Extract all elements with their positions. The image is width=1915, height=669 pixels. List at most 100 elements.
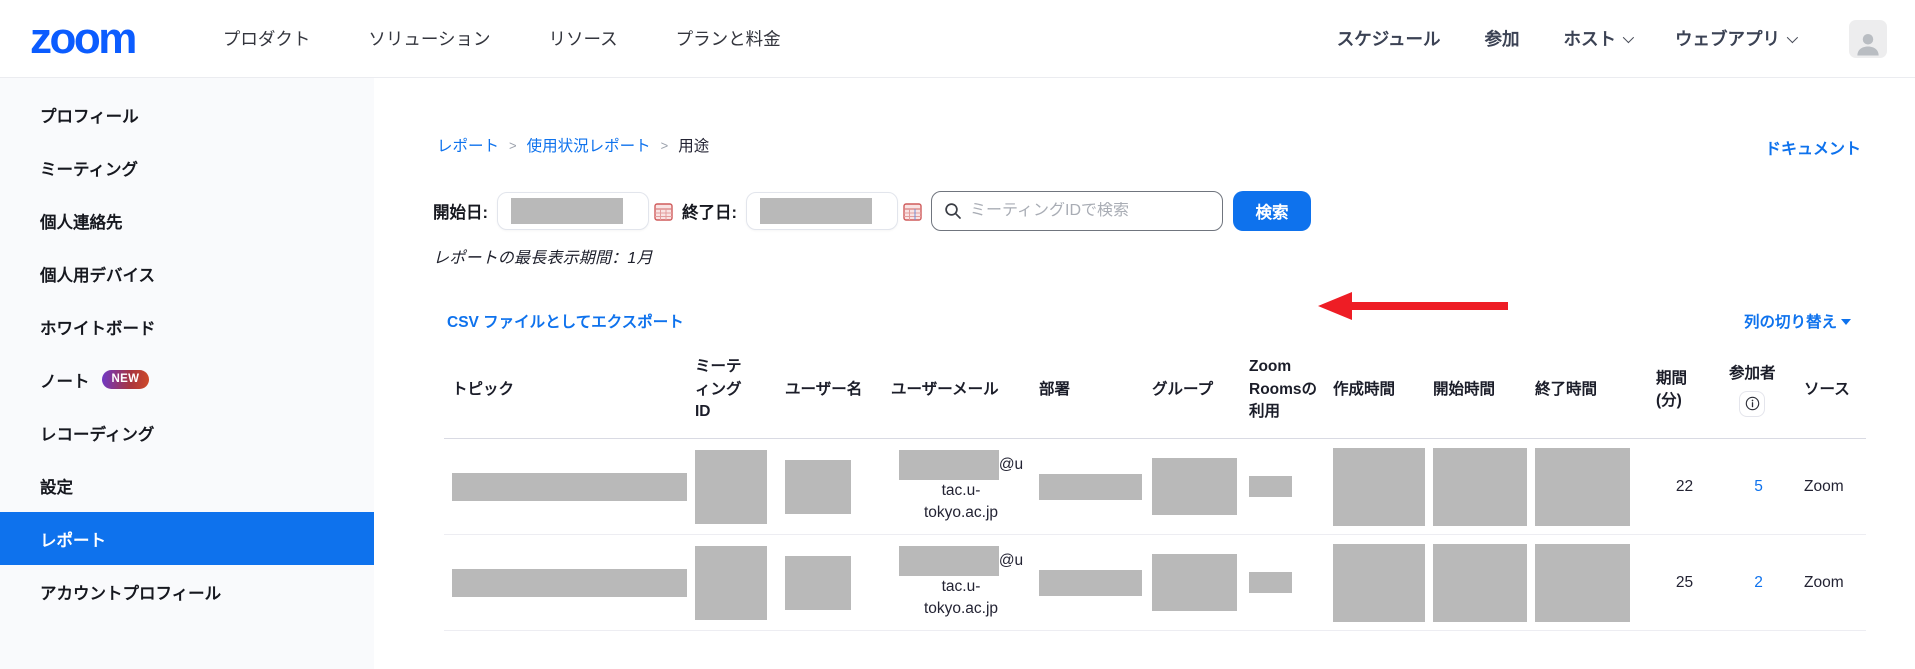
start-date-input[interactable] (497, 192, 649, 230)
documentation-link[interactable]: ドキュメント (1765, 135, 1861, 159)
col-header-end-time: 終了時間 (1527, 342, 1648, 438)
cell-user-email: @u tac.u- tokyo.ac.jp (883, 535, 1031, 630)
col-header-participants: 参加者 (1721, 342, 1796, 438)
search-icon (944, 202, 962, 220)
sidebar-item-whiteboard[interactable]: ホワイトボード (0, 300, 374, 353)
col-header-topic: トピック (444, 342, 687, 438)
chevron-down-icon (1787, 31, 1798, 42)
cell-end-time (1527, 439, 1648, 534)
redacted-created-time (1333, 448, 1425, 526)
redacted-end-date (760, 198, 872, 224)
col-header-duration: 期間 (分) (1648, 342, 1721, 438)
cell-group (1144, 535, 1241, 630)
sidebar-item-reports[interactable]: レポート (0, 512, 374, 565)
cell-group (1144, 439, 1241, 534)
cell-zoom-rooms (1241, 439, 1325, 534)
breadcrumb-reports[interactable]: レポート (437, 134, 499, 156)
col-header-user-email: ユーザーメール (883, 342, 1031, 438)
breadcrumb-current: 用途 (678, 134, 709, 156)
nav-item-resources[interactable]: リソース (549, 26, 618, 51)
nav-left-menu: プロダクト ソリューション リソース プランと料金 (223, 26, 781, 51)
cell-duration: 25 (1648, 535, 1721, 630)
nav-right-menu: スケジュール 参加 ホスト ウェブアプリ (1337, 20, 1887, 58)
sidebar-item-notes[interactable]: ノート NEW (0, 353, 374, 406)
redacted-meeting-id (695, 450, 767, 524)
redacted-end-time (1535, 544, 1630, 622)
sidebar-item-personal-devices[interactable]: 個人用デバイス (0, 247, 374, 300)
cell-source: Zoom (1796, 535, 1864, 630)
cell-created-time (1325, 535, 1425, 630)
cell-user-name (777, 439, 883, 534)
toggle-columns-link[interactable]: 列の切り替え (1744, 310, 1851, 332)
col-header-user-name: ユーザー名 (777, 342, 883, 438)
cell-user-name (777, 535, 883, 630)
calendar-icon[interactable] (654, 202, 673, 221)
cell-department (1031, 439, 1144, 534)
col-header-department: 部署 (1031, 342, 1144, 438)
redacted-created-time (1333, 544, 1425, 622)
redacted-start-time (1433, 448, 1527, 526)
top-navigation: zoom プロダクト ソリューション リソース プランと料金 スケジュール 参加… (0, 0, 1915, 78)
caret-down-icon (1841, 319, 1851, 325)
redacted-topic (452, 569, 687, 597)
participants-count-link[interactable]: 5 (1754, 478, 1763, 496)
meeting-id-search-input[interactable] (970, 202, 1212, 220)
breadcrumb-separator: > (661, 138, 669, 153)
breadcrumb-usage-reports[interactable]: 使用状況レポート (527, 134, 651, 156)
cell-created-time (1325, 439, 1425, 534)
usage-report-table: トピック ミーティング ID ユーザー名 ユーザーメール 部署 グループ Zoo… (444, 342, 1866, 631)
redacted-zoom-rooms (1249, 572, 1292, 593)
cell-meeting-id (687, 535, 777, 630)
nav-item-solutions[interactable]: ソリューション (368, 26, 490, 51)
end-date-label: 終了日: (682, 199, 737, 223)
sidebar-item-account-profile[interactable]: アカウントプロフィール (0, 565, 374, 618)
filter-row: 開始日: 終了日: (433, 191, 1311, 231)
redacted-group (1152, 554, 1237, 611)
redacted-zoom-rooms (1249, 476, 1292, 497)
end-date-input[interactable] (746, 192, 898, 230)
zoom-logo[interactable]: zoom (30, 17, 135, 61)
user-avatar[interactable] (1849, 20, 1887, 58)
new-badge: NEW (102, 370, 150, 389)
sidebar-item-meetings[interactable]: ミーティング (0, 141, 374, 194)
breadcrumb: レポート > 使用状況レポート > 用途 (437, 134, 709, 156)
export-csv-link[interactable]: CSV ファイルとしてエクスポート (447, 310, 684, 332)
redacted-topic (452, 473, 687, 501)
nav-item-host[interactable]: ホスト (1564, 26, 1632, 51)
sidebar-item-recordings[interactable]: レコーディング (0, 406, 374, 459)
sidebar-item-profile[interactable]: プロフィール (0, 88, 374, 141)
redacted-email-local-part (899, 450, 999, 480)
nav-item-web-app[interactable]: ウェブアプリ (1675, 26, 1795, 51)
cell-department (1031, 535, 1144, 630)
table-row[interactable]: @u tac.u- tokyo.ac.jp 22 5 Zoom (444, 439, 1866, 535)
table-toolbar: CSV ファイルとしてエクスポート 列の切り替え (447, 310, 1851, 332)
info-icon[interactable] (1739, 391, 1765, 417)
redacted-group (1152, 458, 1237, 515)
col-header-zoom-rooms: Zoom Roomsの利用 (1241, 342, 1325, 438)
calendar-icon[interactable] (903, 202, 922, 221)
cell-user-email: @u tac.u- tokyo.ac.jp (883, 439, 1031, 534)
col-header-meeting-id: ミーティング ID (687, 342, 777, 438)
cell-participants: 2 (1721, 535, 1796, 630)
cell-duration: 22 (1648, 439, 1721, 534)
col-header-start-time: 開始時間 (1425, 342, 1527, 438)
cell-source: Zoom (1796, 439, 1864, 534)
cell-topic (444, 535, 687, 630)
redacted-email-local-part (899, 546, 999, 576)
cell-start-time (1425, 535, 1527, 630)
redacted-department (1039, 474, 1142, 500)
nav-item-join[interactable]: 参加 (1485, 26, 1520, 51)
redacted-start-time (1433, 544, 1527, 622)
nav-item-schedule[interactable]: スケジュール (1337, 26, 1441, 51)
nav-item-products[interactable]: プロダクト (223, 26, 311, 51)
cell-topic (444, 439, 687, 534)
person-icon (1853, 28, 1883, 58)
search-button[interactable]: 検索 (1233, 191, 1311, 231)
redacted-user-name (785, 556, 851, 610)
sidebar-item-personal-contacts[interactable]: 個人連絡先 (0, 194, 374, 247)
nav-item-plans-pricing[interactable]: プランと料金 (676, 26, 781, 51)
sidebar-item-settings[interactable]: 設定 (0, 459, 374, 512)
redacted-department (1039, 570, 1142, 596)
table-row[interactable]: @u tac.u- tokyo.ac.jp 25 2 Zoom (444, 535, 1866, 631)
participants-count-link[interactable]: 2 (1754, 574, 1763, 592)
